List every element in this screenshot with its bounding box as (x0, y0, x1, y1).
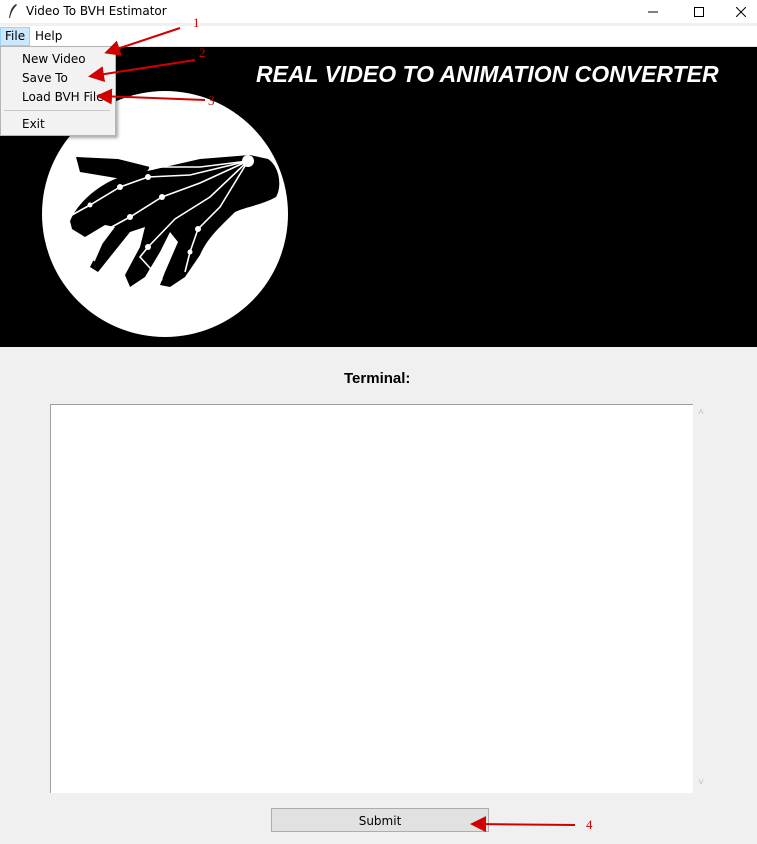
annotation-label-3: 3 (208, 93, 215, 108)
banner-title: REAL VIDEO TO ANIMATION CONVERTER (256, 61, 719, 87)
file-menu-dropdown: New Video Save To Load BVH File Exit (0, 46, 116, 136)
annotation-label-1: 1 (193, 15, 200, 30)
minimize-button[interactable] (630, 0, 676, 23)
scroll-up-icon[interactable]: ˄ (696, 408, 706, 418)
close-button[interactable] (718, 0, 757, 23)
menu-item-new-video[interactable]: New Video (22, 52, 86, 66)
terminal-textarea[interactable] (50, 404, 693, 793)
menu-file[interactable]: File (0, 27, 31, 46)
maximize-button[interactable] (676, 0, 722, 23)
terminal-scrollbar[interactable]: ˄ ˅ (693, 404, 710, 792)
window-title: Video To BVH Estimator (26, 4, 167, 18)
menu-item-load-bvh-file[interactable]: Load BVH File (22, 90, 104, 104)
submit-button[interactable]: Submit (271, 808, 489, 832)
title-bar: Video To BVH Estimator (0, 0, 757, 23)
minimize-icon (648, 11, 658, 12)
feather-icon (9, 4, 17, 18)
menu-item-save-to[interactable]: Save To (22, 71, 68, 85)
annotation-arrow-4 (470, 816, 576, 833)
close-icon (736, 6, 746, 17)
menu-bar: File Help (0, 26, 757, 47)
menu-help[interactable]: Help (31, 28, 66, 45)
terminal-label: Terminal: (344, 370, 411, 387)
annotation-label-4: 4 (586, 817, 593, 832)
scroll-down-icon[interactable]: ˅ (696, 778, 706, 788)
menu-item-exit[interactable]: Exit (22, 117, 45, 131)
menu-separator (4, 110, 110, 111)
annotation-label-2: 2 (199, 45, 206, 60)
maximize-icon (694, 6, 704, 17)
